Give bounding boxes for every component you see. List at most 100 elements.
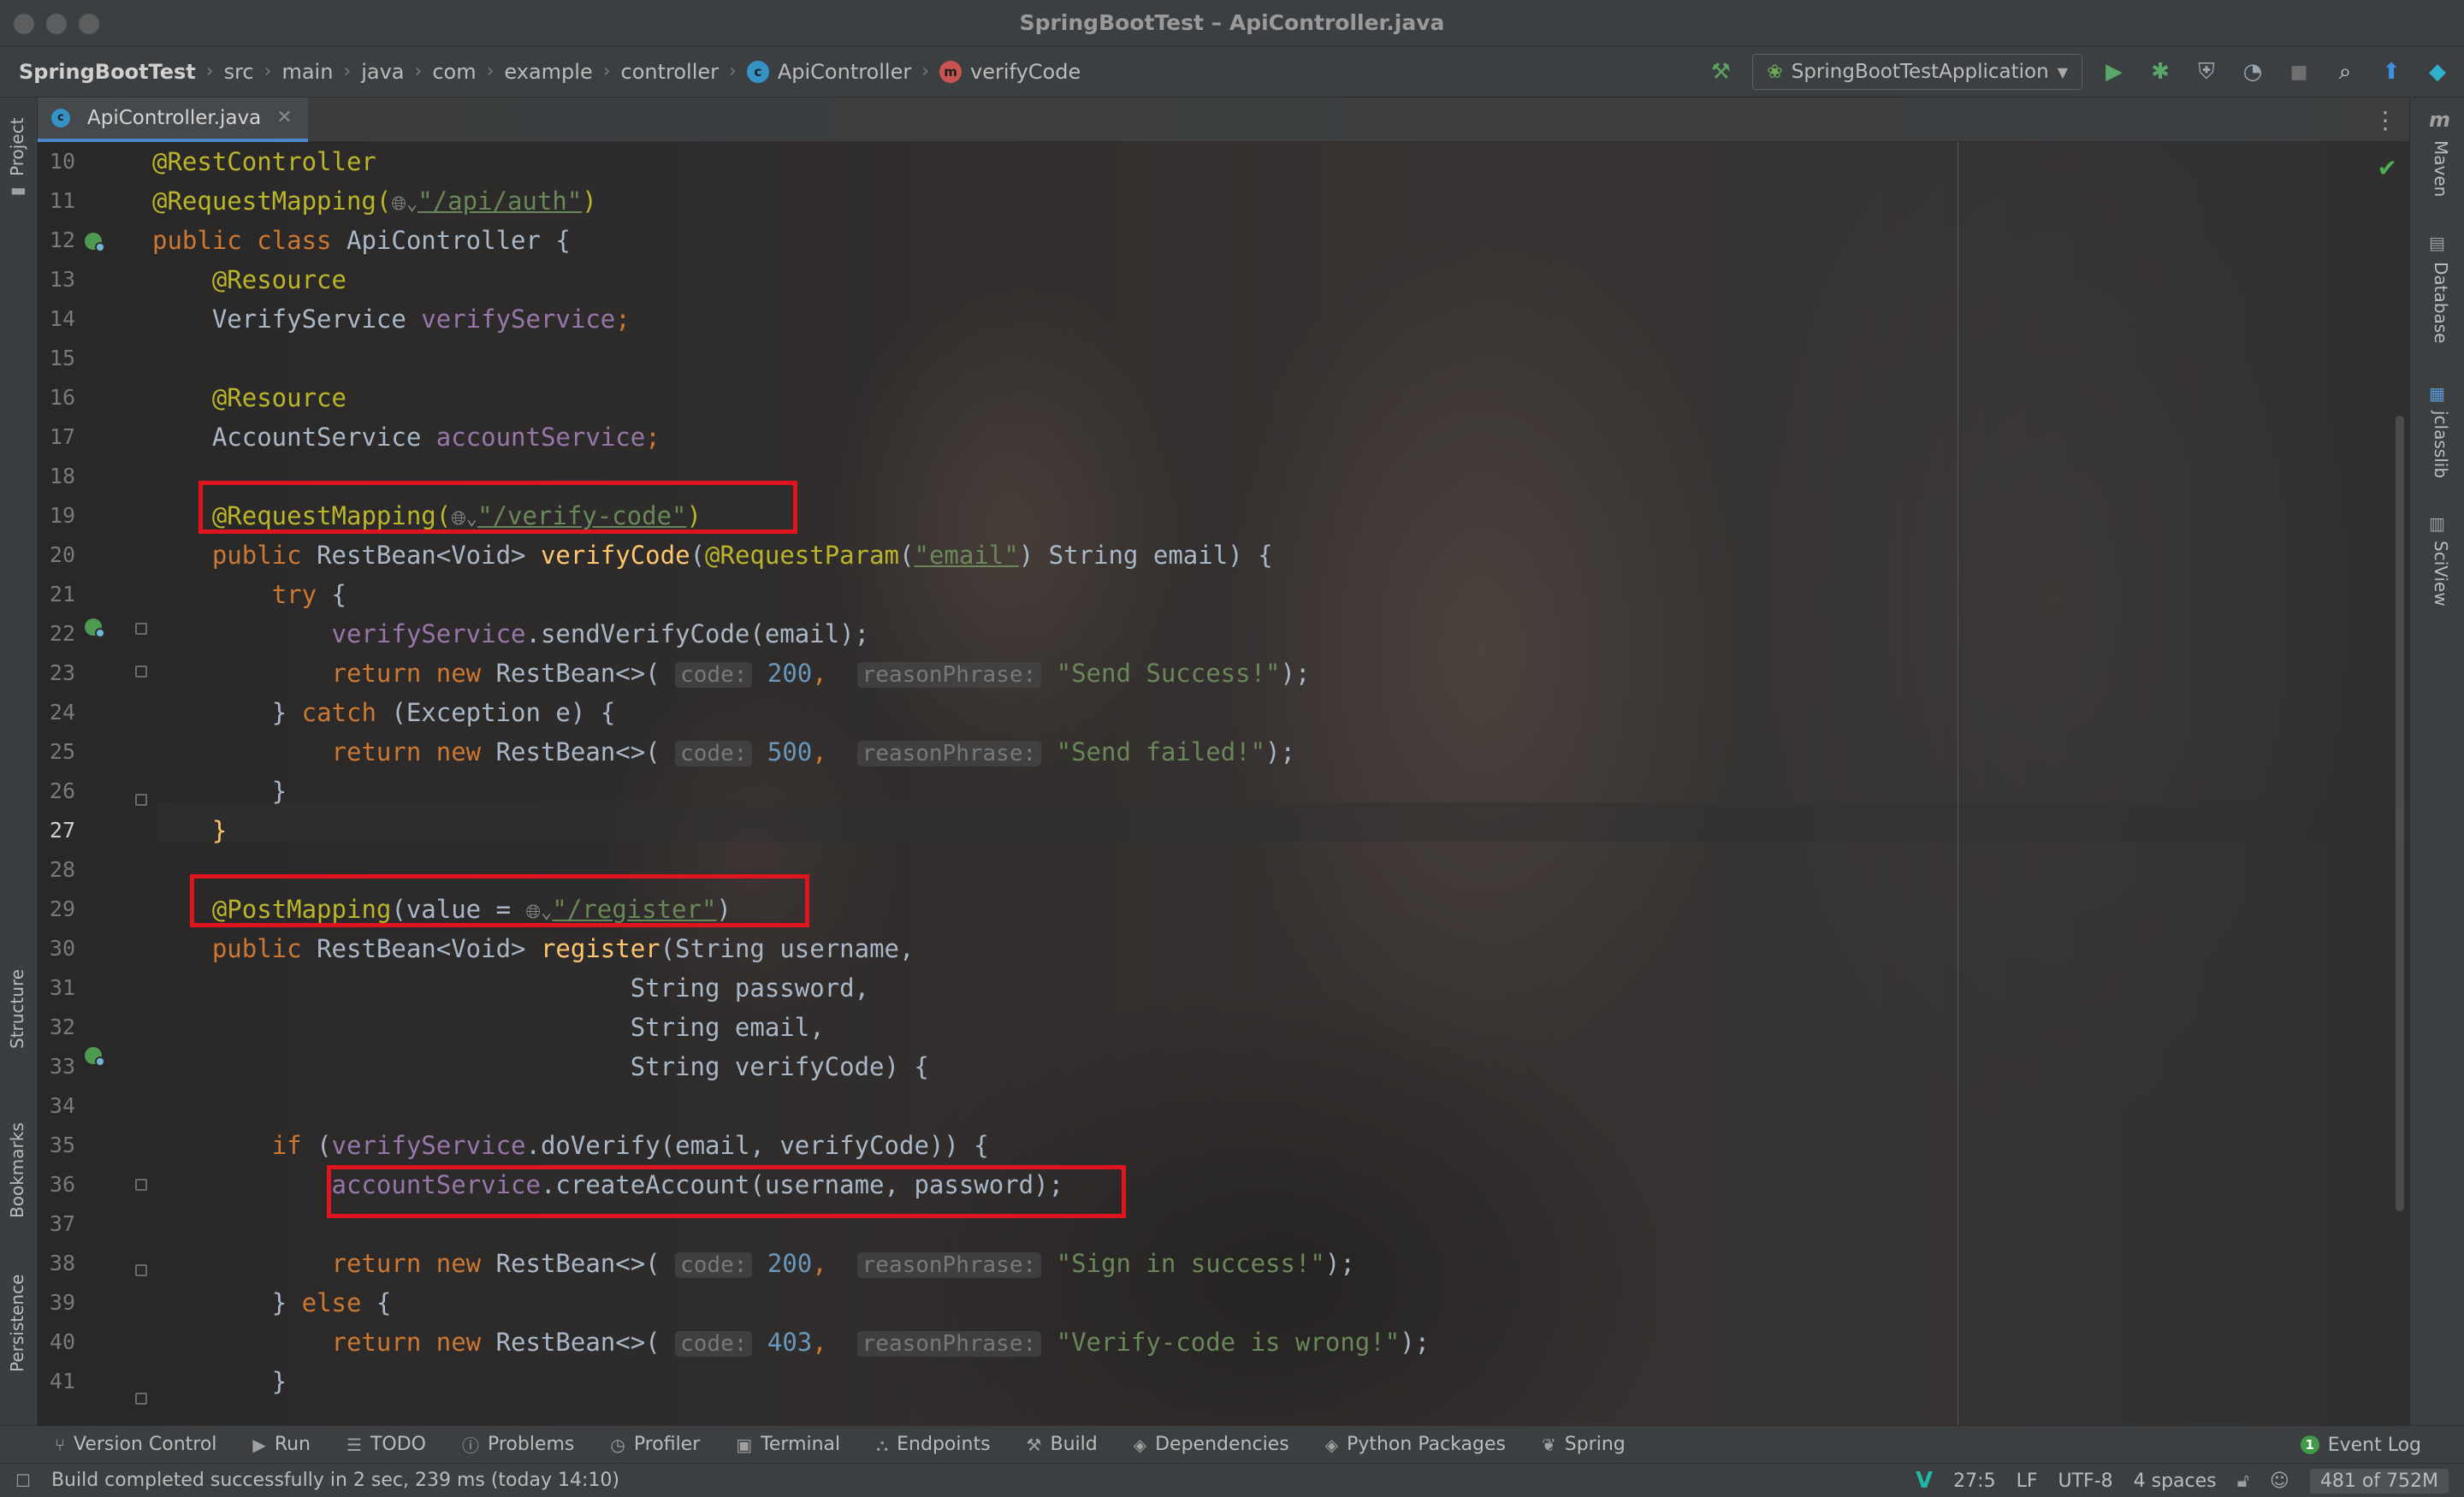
breadcrumb-java[interactable]: java: [361, 60, 404, 84]
breadcrumb-main[interactable]: main: [281, 60, 333, 84]
line-number: 32: [49, 1015, 75, 1039]
run-label: Run: [274, 1434, 311, 1455]
breadcrumb-example[interactable]: example: [504, 60, 592, 84]
branch-icon: ⑂: [55, 1434, 65, 1455]
spring-bean-icon[interactable]: [82, 229, 108, 255]
run-configuration-select[interactable]: ❀ SpringBootTestApplication ▼: [1752, 54, 2082, 90]
run-tool-button[interactable]: ▶ Run: [252, 1434, 311, 1455]
chevron-right-icon: ›: [414, 61, 423, 82]
stop-icon[interactable]: ■: [2284, 57, 2313, 86]
zoom-window-button[interactable]: [79, 14, 99, 34]
chevron-right-icon: ›: [264, 61, 272, 82]
breadcrumb-src[interactable]: src: [224, 60, 254, 84]
code-line-14: VerifyService verifyService;: [211, 305, 631, 334]
terminal-tool-button[interactable]: ▣ Terminal: [736, 1434, 840, 1455]
breadcrumb-method[interactable]: m verifyCode: [939, 60, 1081, 84]
breadcrumb-controller[interactable]: controller: [621, 60, 720, 84]
persistence-tool-button[interactable]: Persistence: [7, 1275, 27, 1372]
current-line-highlight: [157, 802, 2409, 842]
dependencies-tool-button[interactable]: ◈ Dependencies: [1134, 1434, 1289, 1455]
more-options-icon[interactable]: ⋮: [2373, 106, 2397, 134]
todo-label: TODO: [370, 1434, 426, 1455]
code-line-39: } else {: [271, 1288, 392, 1317]
code-line-13: @Resource: [211, 265, 346, 294]
lock-icon[interactable]: 🔓︎: [2237, 1470, 2249, 1492]
fold-marker[interactable]: [135, 1264, 147, 1276]
caret-position[interactable]: 27:5: [1953, 1470, 1995, 1492]
line-number: 28: [49, 857, 75, 882]
problems-tool-button[interactable]: ⓘ Problems: [462, 1432, 574, 1457]
close-icon[interactable]: ✕: [276, 107, 292, 128]
profiler-tool-button[interactable]: ◷ Profiler: [610, 1434, 700, 1455]
fold-marker[interactable]: [135, 794, 147, 806]
breadcrumb-project[interactable]: SpringBootTest: [19, 60, 196, 84]
run-configuration-label: SpringBootTestApplication: [1791, 61, 2049, 83]
fold-marker[interactable]: [135, 1179, 147, 1191]
spring-bean-icon[interactable]: [82, 1044, 108, 1069]
memory-indicator[interactable]: 481 of 752M: [2309, 1468, 2449, 1494]
code-line-20: public RestBean<Void> verifyCode(@Reques…: [211, 541, 1273, 570]
version-control-label: Version Control: [74, 1434, 217, 1455]
plugin-icon[interactable]: ◆: [2423, 57, 2452, 86]
python-packages-tool-button[interactable]: ◈ Python Packages: [1325, 1434, 1506, 1455]
check-icon: ✔: [2377, 154, 2397, 182]
code-line-25: return new RestBean<>( code: 500, reason…: [331, 737, 1295, 766]
dependencies-icon: ◈: [1133, 1434, 1147, 1455]
method-icon: m: [939, 60, 962, 83]
debug-icon[interactable]: ✱: [2146, 57, 2175, 86]
chevron-right-icon: ›: [343, 61, 352, 82]
minimize-window-button[interactable]: [46, 14, 67, 34]
spring-label: Spring: [1564, 1434, 1626, 1455]
profile-icon[interactable]: ◔: [2238, 57, 2267, 86]
profiler-label: Profiler: [633, 1434, 701, 1455]
line-number: 11: [49, 188, 75, 213]
file-encoding[interactable]: UTF-8: [2058, 1470, 2113, 1492]
line-number-gutter: 10 11 12 13 14 15 16 17 18 19 20 21 22 23 24 25 26 27 28 29…: [38, 142, 123, 1425]
database-tool-button[interactable]: Database: [2431, 262, 2451, 343]
fold-marker[interactable]: [135, 1393, 147, 1405]
coverage-icon[interactable]: ⛨: [2192, 57, 2221, 86]
maven-tool-button[interactable]: Maven: [2431, 140, 2451, 197]
breadcrumb-class[interactable]: c ApiController: [746, 60, 911, 84]
structure-tool-button[interactable]: Structure: [7, 969, 27, 1049]
toggle-tool-windows-icon[interactable]: ☐: [15, 1470, 31, 1491]
close-window-button[interactable]: [14, 14, 34, 34]
tab-apicontroller[interactable]: c ApiController.java ✕: [38, 97, 308, 142]
line-number: 23: [49, 660, 75, 685]
line-number: 37: [49, 1211, 75, 1236]
line-separator[interactable]: LF: [2017, 1470, 2038, 1492]
jclasslib-tool-button[interactable]: jclasslib: [2431, 411, 2451, 478]
inspection-profile-icon[interactable]: ☺: [2270, 1470, 2289, 1492]
run-icon[interactable]: ▶: [2100, 57, 2129, 86]
line-number: 22: [49, 621, 75, 646]
search-icon[interactable]: ⌕: [2331, 57, 2360, 86]
sciview-tool-button[interactable]: SciView: [2431, 541, 2451, 606]
vertical-scrollbar[interactable]: [2396, 416, 2404, 1211]
spring-tool-button[interactable]: ❦ Spring: [1542, 1434, 1626, 1455]
indent-setting[interactable]: 4 spaces: [2134, 1470, 2217, 1492]
fold-marker[interactable]: [135, 623, 147, 635]
spring-bean-icon: ❀: [1767, 61, 1783, 83]
endpoints-tool-button[interactable]: ⛬ Endpoints: [876, 1434, 990, 1455]
spring-leaf-icon: ❦: [1541, 1434, 1556, 1455]
todo-tool-button[interactable]: ☰ TODO: [346, 1434, 426, 1455]
left-tool-strip: Project ▬ Structure Bookmarks Persistenc…: [0, 98, 38, 1425]
project-tool-button[interactable]: Project: [7, 118, 27, 176]
line-number: 18: [49, 464, 75, 488]
line-number: 29: [49, 896, 75, 921]
code-line-35: if (verifyService.doVerify(email, verify…: [271, 1131, 989, 1160]
breadcrumb-com[interactable]: com: [432, 60, 476, 84]
line-number: 10: [49, 149, 75, 174]
event-log-button[interactable]: 1 Event Log: [2300, 1426, 2421, 1464]
fold-marker[interactable]: [135, 666, 147, 677]
spring-bean-icon[interactable]: [82, 615, 108, 641]
version-control-tool-button[interactable]: ⑂ Version Control: [55, 1434, 216, 1455]
update-icon[interactable]: ⬆: [2377, 57, 2406, 86]
folder-icon: ▬: [10, 180, 27, 200]
line-number: 33: [49, 1054, 75, 1079]
build-tool-button[interactable]: ⚒ Build: [1027, 1434, 1098, 1455]
bookmarks-tool-button[interactable]: Bookmarks: [7, 1122, 27, 1218]
line-number: 40: [49, 1329, 75, 1354]
code-editor[interactable]: ✔ 10 11 12 13 14 15 16 17 18 19 20 21 22 23 24 25 26 27 28…: [38, 142, 2409, 1425]
build-hammer-icon[interactable]: ⚒: [1706, 57, 1735, 86]
